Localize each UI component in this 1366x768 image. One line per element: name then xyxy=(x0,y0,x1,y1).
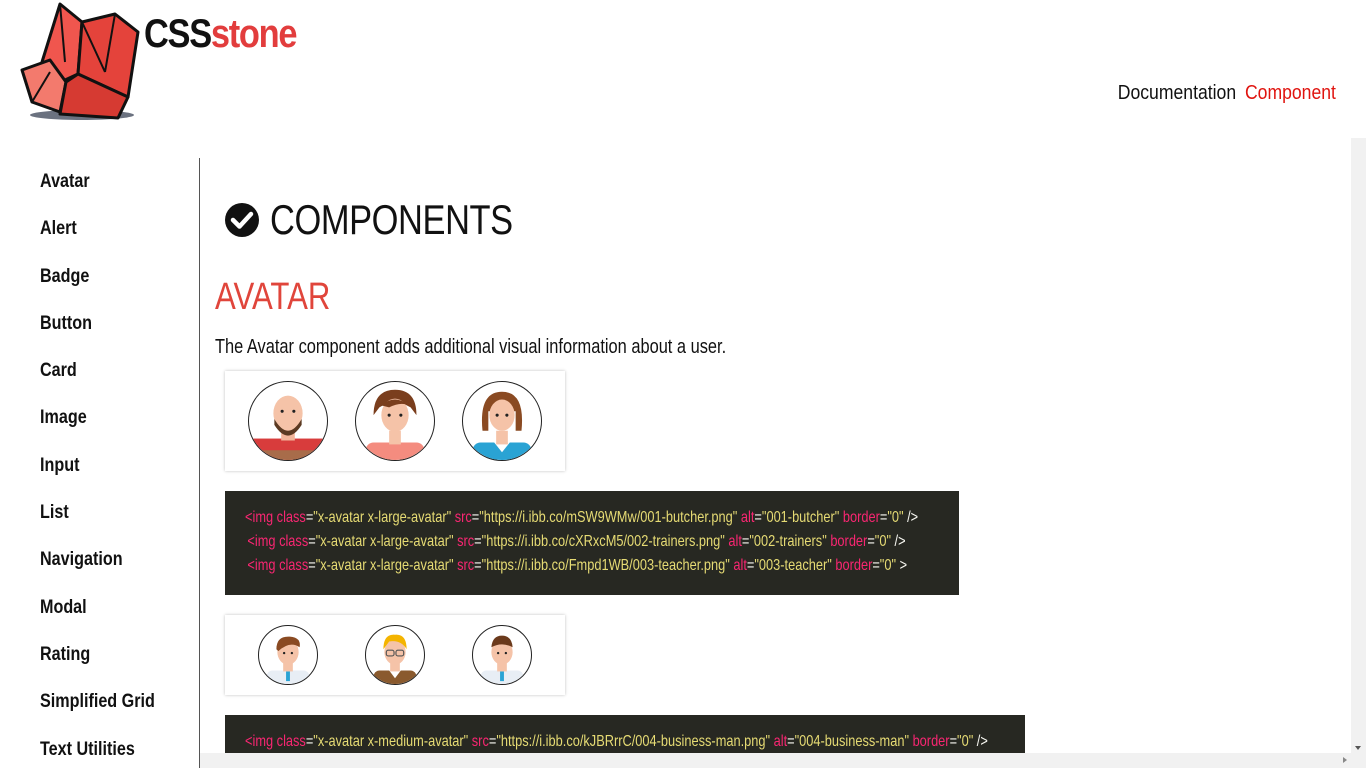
code-value: "001-butcher" xyxy=(761,509,840,526)
code-line: <img class = "x-avatar x-large-avatar" src… xyxy=(245,533,905,557)
code-attr: alt xyxy=(740,509,755,526)
code-value: "https://i.ibb.co/Fmpd1WB/003-teacher.pn… xyxy=(481,557,730,574)
scroll-down-arrow-icon[interactable] xyxy=(1355,746,1361,750)
medium-avatar-demo xyxy=(225,615,565,695)
brand-part-css: CSS xyxy=(144,12,212,56)
code-tag: <img xyxy=(247,557,276,574)
code-punct: = xyxy=(471,509,480,526)
avatar-trainer xyxy=(355,381,435,461)
code-line: <img class = "x-avatar x-medium-avatar" sr… xyxy=(245,733,988,753)
sidebar-item-image[interactable]: Image xyxy=(40,407,175,454)
code-value: "x-avatar x-medium-avatar" xyxy=(313,733,469,750)
code-punct: = xyxy=(879,509,888,526)
code-attr: border xyxy=(830,533,868,550)
code-attr: alt xyxy=(773,733,788,750)
code-value: "x-avatar x-large-avatar" xyxy=(315,533,454,550)
code-attr: class xyxy=(276,509,306,526)
code-tag: <img xyxy=(247,533,276,550)
code-attr: class xyxy=(279,557,309,574)
code-snippet-large-avatars: <img class = "x-avatar x-large-avatar" src… xyxy=(225,491,959,595)
crystal-logo-icon[interactable] xyxy=(20,2,145,122)
sidebar-item-navigation[interactable]: Navigation xyxy=(40,549,175,596)
page-title: COMPONENTS xyxy=(270,196,513,243)
code-attr: src xyxy=(457,533,475,550)
section-description: The Avatar component adds additional vis… xyxy=(215,336,727,358)
code-value: "https://i.ibb.co/mSW9WMw/001-butcher.pn… xyxy=(479,509,738,526)
code-value: "x-avatar x-large-avatar" xyxy=(315,557,454,574)
sidebar-item-card[interactable]: Card xyxy=(40,360,175,407)
brand-part-stone: stone xyxy=(210,12,298,56)
code-end: /> xyxy=(973,733,988,750)
sidebar-item-avatar[interactable]: Avatar xyxy=(40,171,175,218)
code-attr: alt xyxy=(728,533,742,550)
avatar-business-man-1 xyxy=(258,625,318,685)
code-attr: src xyxy=(457,557,475,574)
large-avatar-demo xyxy=(225,371,565,471)
main-content: COMPONENTS AVATAR The Avatar component a… xyxy=(200,158,1351,753)
code-punct: = xyxy=(474,557,482,574)
code-tag: <img xyxy=(245,509,274,526)
code-punct: = xyxy=(949,733,958,750)
code-value: "0" xyxy=(887,509,904,526)
sidebar-menu: Avatar Alert Badge Button Card Image Inp… xyxy=(0,158,199,768)
code-tag: <img xyxy=(245,733,274,750)
code-attr: src xyxy=(454,509,472,526)
code-value: "0" xyxy=(879,557,897,574)
code-attr: src xyxy=(471,733,489,750)
top-navigation: Documentation Component xyxy=(1118,82,1336,105)
code-value: "002-trainers" xyxy=(749,533,827,550)
vertical-scrollbar[interactable] xyxy=(1351,138,1366,768)
code-snippet-medium-avatars: <img class = "x-avatar x-medium-avatar" sr… xyxy=(225,715,1025,753)
code-line: <img class = "x-avatar x-large-avatar" src… xyxy=(245,509,918,533)
code-punct: = xyxy=(746,557,755,574)
avatar-business-man-2 xyxy=(365,625,425,685)
brand-name[interactable]: CSSstone xyxy=(144,10,298,58)
sidebar-item-text-utilities[interactable]: Text Utilities xyxy=(40,739,175,768)
code-attr: alt xyxy=(733,557,747,574)
sidebar-item-list[interactable]: List xyxy=(40,502,175,549)
sidebar-item-modal[interactable]: Modal xyxy=(40,597,175,644)
code-punct: = xyxy=(474,533,482,550)
code-end: /> xyxy=(903,509,919,526)
code-value: "x-avatar x-large-avatar" xyxy=(313,509,452,526)
check-circle-icon xyxy=(225,203,259,237)
avatar-teacher xyxy=(462,381,542,461)
code-value: "https://i.ibb.co/cXRxcM5/002-trainers.p… xyxy=(481,533,725,550)
sidebar-item-button[interactable]: Button xyxy=(40,313,175,360)
sidebar-item-alert[interactable]: Alert xyxy=(40,218,175,265)
avatar-business-man-3 xyxy=(472,625,532,685)
code-attr: border xyxy=(835,557,873,574)
section-title: AVATAR xyxy=(215,276,331,318)
sidebar-item-rating[interactable]: Rating xyxy=(40,644,175,691)
code-punct: = xyxy=(787,733,795,750)
nav-component-link[interactable]: Component xyxy=(1245,82,1336,105)
code-end: > xyxy=(896,557,908,574)
code-value: "0" xyxy=(874,533,891,550)
code-value: "003-teacher" xyxy=(754,557,832,574)
code-end: /> xyxy=(891,533,906,550)
code-line: <img class = "x-avatar x-large-avatar" src… xyxy=(245,557,907,581)
sidebar-item-badge[interactable]: Badge xyxy=(40,266,175,313)
code-attr: class xyxy=(276,733,306,750)
nav-documentation-link[interactable]: Documentation xyxy=(1118,82,1236,105)
horizontal-scrollbar[interactable] xyxy=(200,753,1351,768)
code-punct: = xyxy=(754,509,762,526)
code-punct: = xyxy=(872,557,880,574)
code-punct: = xyxy=(488,733,497,750)
sidebar-item-input[interactable]: Input xyxy=(40,455,175,502)
avatar-butcher xyxy=(248,381,328,461)
code-attr: class xyxy=(279,533,309,550)
sidebar: Avatar Alert Badge Button Card Image Inp… xyxy=(0,158,200,768)
code-value: "https://i.ibb.co/kJBRrrC/004-business-m… xyxy=(496,733,771,750)
scroll-right-arrow-icon[interactable] xyxy=(1343,757,1347,763)
sidebar-item-simplified-grid[interactable]: Simplified Grid xyxy=(40,691,175,738)
code-attr: border xyxy=(842,509,880,526)
page-heading: COMPONENTS xyxy=(224,196,566,244)
code-value: "004-business-man" xyxy=(794,733,909,750)
code-attr: border xyxy=(912,733,950,750)
code-value: "0" xyxy=(957,733,974,750)
